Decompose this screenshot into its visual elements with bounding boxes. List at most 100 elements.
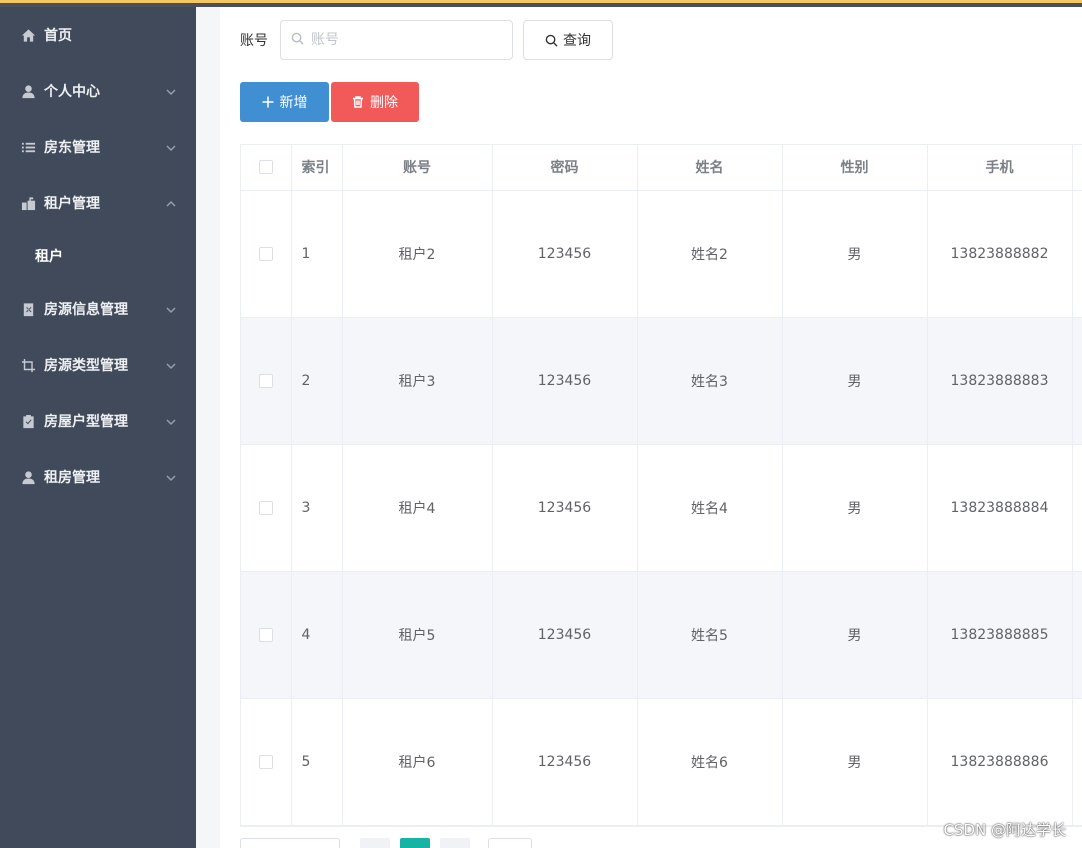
cell-extra [1072, 444, 1082, 572]
trash-icon [353, 96, 363, 108]
cell-phone: 13823888884 [927, 444, 1073, 572]
column-header: 姓名 [637, 145, 783, 191]
row-select-cell [241, 571, 292, 699]
sidebar-item-rental[interactable]: 租房管理 [0, 449, 196, 505]
page-jump-input[interactable] [488, 838, 532, 848]
watermark: CSDN @阿达学长 [943, 821, 1066, 839]
sidebar-item-home[interactable]: 首页 [0, 7, 196, 63]
sidebar: 首页 个人中心 房东管理 租户管理 租户 房源信息管理 房源类型管理 房屋户型管… [0, 7, 196, 848]
user-icon [20, 469, 36, 485]
page-size-select[interactable] [240, 838, 340, 848]
row-checkbox[interactable] [258, 500, 273, 515]
next-page-button[interactable] [440, 838, 470, 848]
add-button[interactable]: 新增 [240, 82, 329, 122]
row-select-cell [241, 698, 292, 826]
sidebar-item-label: 房东管理 [44, 140, 100, 156]
cell-account: 租户4 [342, 444, 493, 572]
cell-name: 姓名4 [637, 444, 783, 572]
top-border [0, 0, 1082, 7]
chevron-down-icon [166, 359, 176, 369]
chevron-up-icon [166, 197, 176, 207]
cell-password: 123456 [492, 698, 638, 826]
cell-password: 123456 [492, 571, 638, 699]
row-select-cell [241, 444, 292, 572]
table-row: 1 租户2 123456 姓名2 男 13823888882 [241, 190, 1082, 318]
sidebar-subitem-label: 租户 [35, 249, 63, 265]
cell-index: 2 [291, 317, 343, 445]
column-header: 索引 [291, 145, 343, 191]
search-input-wrapper[interactable] [280, 20, 513, 60]
sidebar-item-label: 房屋户型管理 [44, 414, 128, 430]
sidebar-item-label: 租房管理 [44, 470, 100, 486]
cell-extra [1072, 190, 1082, 318]
sidebar-item-listing-type[interactable]: 房源类型管理 [0, 337, 196, 393]
cell-gender: 男 [782, 444, 928, 572]
column-header: 账号 [342, 145, 493, 191]
cell-account: 租户2 [342, 190, 493, 318]
sidebar-item-listing-info[interactable]: 房源信息管理 [0, 281, 196, 337]
sidebar-item-tenant[interactable]: 租户管理 [0, 175, 196, 231]
cell-extra [1072, 571, 1082, 699]
cell-gender: 男 [782, 698, 928, 826]
sidebar-item-room-layout[interactable]: 房屋户型管理 [0, 393, 196, 449]
search-icon [291, 32, 311, 49]
cell-gender: 男 [782, 190, 928, 318]
header-select-all [241, 145, 292, 191]
row-select-cell [241, 317, 292, 445]
cell-account: 租户6 [342, 698, 493, 826]
select-all-checkbox[interactable] [258, 160, 273, 175]
table-row: 5 租户6 123456 姓名6 男 13823888886 [241, 698, 1082, 826]
action-bar: 新增 删除 [240, 82, 419, 122]
main-area: 账号 查询 新增 删除 [196, 7, 1082, 848]
query-button-label: 查询 [563, 33, 591, 49]
column-header: 密码 [492, 145, 638, 191]
column-header: 手机 [927, 145, 1073, 191]
user-icon [20, 83, 36, 99]
search-icon [545, 34, 558, 47]
data-table: 索引 账号 密码 姓名 性别 手机 1 租户2 123456 姓名2 男 138… [240, 144, 1082, 827]
home-icon [20, 27, 36, 43]
delete-button[interactable]: 删除 [331, 82, 419, 122]
row-select-cell [241, 190, 292, 318]
cell-name: 姓名2 [637, 190, 783, 318]
pagination [240, 838, 538, 848]
row-checkbox[interactable] [258, 373, 273, 388]
crop-icon [20, 357, 36, 373]
cell-index: 3 [291, 444, 343, 572]
chevron-down-icon [166, 415, 176, 425]
search-input[interactable] [311, 32, 491, 48]
table-row: 3 租户4 123456 姓名4 男 13823888884 [241, 444, 1082, 572]
list-icon [20, 139, 36, 155]
cell-phone: 13823888882 [927, 190, 1073, 318]
cell-account: 租户5 [342, 571, 493, 699]
row-checkbox[interactable] [258, 754, 273, 769]
column-header-extra [1072, 145, 1082, 191]
cell-extra [1072, 317, 1082, 445]
sidebar-subitem-tenant[interactable]: 租户 [0, 231, 196, 281]
cell-name: 姓名5 [637, 571, 783, 699]
row-checkbox[interactable] [258, 627, 273, 642]
chevron-down-icon [166, 85, 176, 95]
cell-phone: 13823888885 [927, 571, 1073, 699]
cell-extra [1072, 698, 1082, 826]
sidebar-item-label: 首页 [44, 28, 72, 44]
cell-name: 姓名3 [637, 317, 783, 445]
delete-doc-icon [20, 301, 36, 317]
plus-icon [262, 96, 273, 108]
cell-password: 123456 [492, 317, 638, 445]
cell-password: 123456 [492, 444, 638, 572]
sidebar-item-landlord[interactable]: 房东管理 [0, 119, 196, 175]
prev-page-button[interactable] [360, 838, 390, 848]
row-checkbox[interactable] [258, 246, 273, 261]
cell-index: 1 [291, 190, 343, 318]
cell-name: 姓名6 [637, 698, 783, 826]
sidebar-item-personal-center[interactable]: 个人中心 [0, 63, 196, 119]
sidebar-item-label: 房源信息管理 [44, 302, 128, 318]
cell-gender: 男 [782, 571, 928, 699]
sidebar-item-label: 房源类型管理 [44, 358, 128, 374]
clipboard-icon [20, 413, 36, 429]
cell-account: 租户3 [342, 317, 493, 445]
current-page-button[interactable] [400, 838, 430, 848]
query-button[interactable]: 查询 [523, 20, 613, 60]
sidebar-item-label: 个人中心 [44, 84, 100, 100]
